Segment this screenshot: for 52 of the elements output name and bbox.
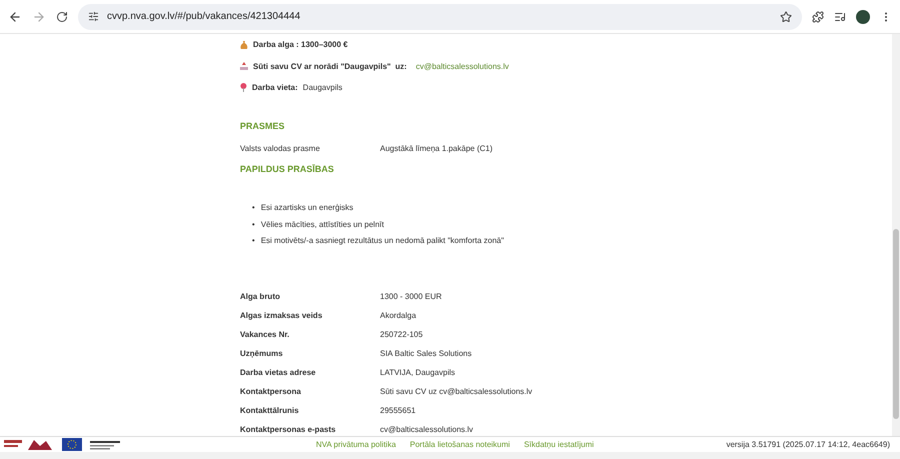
requirement-item: Esi azartisks un enerģisks: [260, 203, 354, 212]
tray-icon: [240, 62, 248, 70]
scrollbar-thumb[interactable]: [893, 229, 899, 419]
field-value: LATVIJA, Daugavpils: [380, 368, 456, 377]
version-text: versija 3.51791 (2025.07.17 14:12, 4eac6649): [726, 440, 890, 449]
eu-flag-icon: [62, 438, 82, 451]
field-label: Valsts valodas prasme: [240, 144, 321, 152]
requirement-item: Esi motivēts/-a sasniegt rezultātus un nedomā palikt "komforta zonā": [260, 236, 504, 246]
field-label: Algas izmaksas veids: [240, 311, 324, 320]
field-label: Darba vietas adrese: [240, 368, 317, 377]
reload-icon[interactable]: [56, 10, 68, 22]
puzzle-icon[interactable]: [812, 10, 824, 22]
field-value: 250722-105: [380, 330, 424, 339]
scrollbar[interactable]: [892, 34, 900, 436]
field-value: Sūti savu CV uz cv@balticsalessolutions.lv: [380, 387, 534, 396]
email-link[interactable]: cv@balticsalessolutions.lv: [416, 62, 509, 71]
money-bag-icon: [240, 40, 248, 49]
pin-icon: [240, 83, 247, 92]
section-heading: PAPILDUS PRASĪBAS: [240, 164, 335, 174]
field-value: 29555651: [380, 406, 417, 415]
media-icon[interactable]: [834, 10, 846, 22]
footer-link[interactable]: NVA privātuma politika: [316, 440, 396, 449]
bullet: •: [252, 220, 255, 229]
footer-link[interactable]: Sīkdatņu iestatījumi: [524, 440, 594, 449]
info-label: Sūti savu CV ar norādi "Daugavpils" uz:: [253, 62, 407, 71]
url-text: cvvp.nva.gov.lv/#/pub/vakances/421304444: [107, 11, 302, 22]
star-icon[interactable]: [780, 10, 792, 22]
info-value: Daugavpils: [302, 83, 342, 92]
section-heading: PRASMES: [240, 120, 286, 130]
bullet: •: [252, 203, 255, 212]
field-label: Kontaktpersonas e-pasts: [240, 425, 337, 434]
field-value: 1300 - 3000 EUR: [380, 292, 443, 301]
info-label: Darba alga : 1300–3000 €: [253, 40, 348, 50]
requirement-item: Vēlies mācīties, attīstīties un pelnīt: [260, 220, 384, 229]
field-value: Akordalga: [380, 311, 418, 320]
logo-drawing: [4, 438, 54, 452]
field-label: Uzņēmums: [240, 349, 284, 358]
field-label: Kontaktpersona: [240, 387, 302, 396]
field-value: Augstākā līmeņa 1.pakāpe (C1): [380, 144, 494, 152]
field-label: Alga bruto: [240, 292, 281, 301]
address-bar[interactable]: cvvp.nva.gov.lv/#/pub/vakances/421304444: [78, 4, 802, 30]
bullet: •: [252, 236, 255, 246]
back-icon[interactable]: [8, 10, 22, 24]
info-label: Darba vieta:: [252, 83, 298, 92]
avatar[interactable]: [856, 10, 870, 24]
site-settings-icon[interactable]: [88, 11, 99, 22]
horizontal-scrollbar[interactable]: [0, 452, 900, 459]
field-value: SIA Baltic Sales Solutions: [380, 349, 473, 358]
footer-link[interactable]: Portāla lietošanas noteikumi: [410, 440, 510, 449]
field-value: cv@balticsalessolutions.lv: [380, 425, 474, 434]
field-label: Vakances Nr.: [240, 330, 290, 339]
field-label: Kontakttālrunis: [240, 406, 300, 415]
